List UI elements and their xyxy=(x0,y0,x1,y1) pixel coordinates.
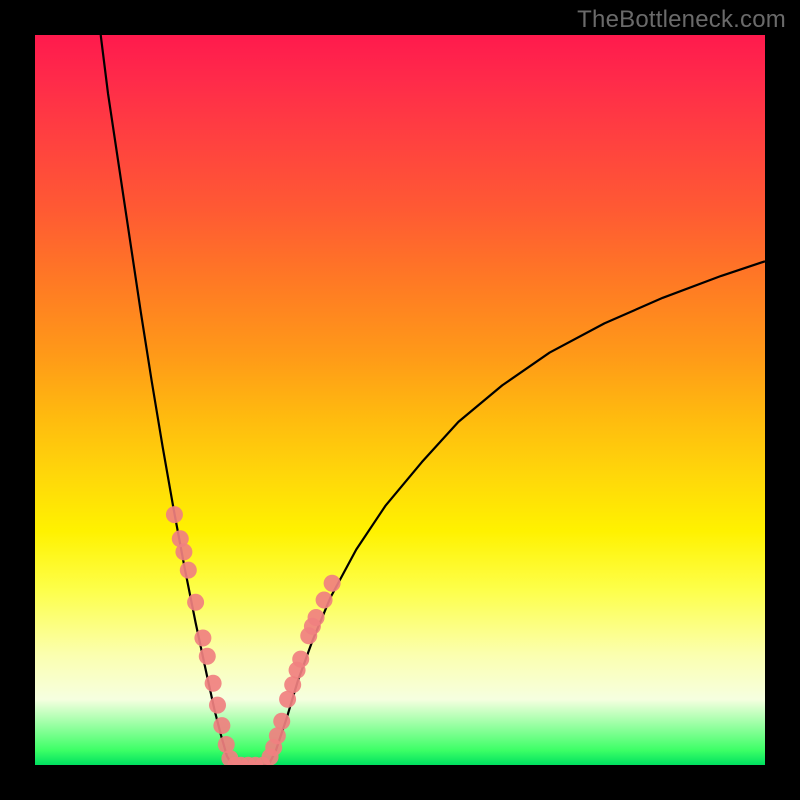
data-marker xyxy=(205,675,222,692)
data-marker xyxy=(166,506,183,523)
data-marker xyxy=(308,609,325,626)
data-marker xyxy=(209,697,226,714)
data-marker xyxy=(284,676,301,693)
data-marker xyxy=(269,727,286,744)
data-marker xyxy=(194,629,211,646)
data-marker xyxy=(316,592,333,609)
watermark-text: TheBottleneck.com xyxy=(577,6,786,34)
plot-area xyxy=(35,35,765,765)
data-marker xyxy=(187,594,204,611)
chart-svg xyxy=(35,35,765,765)
data-marker xyxy=(279,691,296,708)
data-marker xyxy=(199,648,216,665)
data-marker xyxy=(175,543,192,560)
chart-frame: TheBottleneck.com xyxy=(0,0,800,800)
data-marker xyxy=(180,562,197,579)
curve-markers xyxy=(166,506,341,765)
data-marker xyxy=(292,651,309,668)
data-marker xyxy=(324,575,341,592)
data-marker xyxy=(213,717,230,734)
data-marker xyxy=(273,713,290,730)
